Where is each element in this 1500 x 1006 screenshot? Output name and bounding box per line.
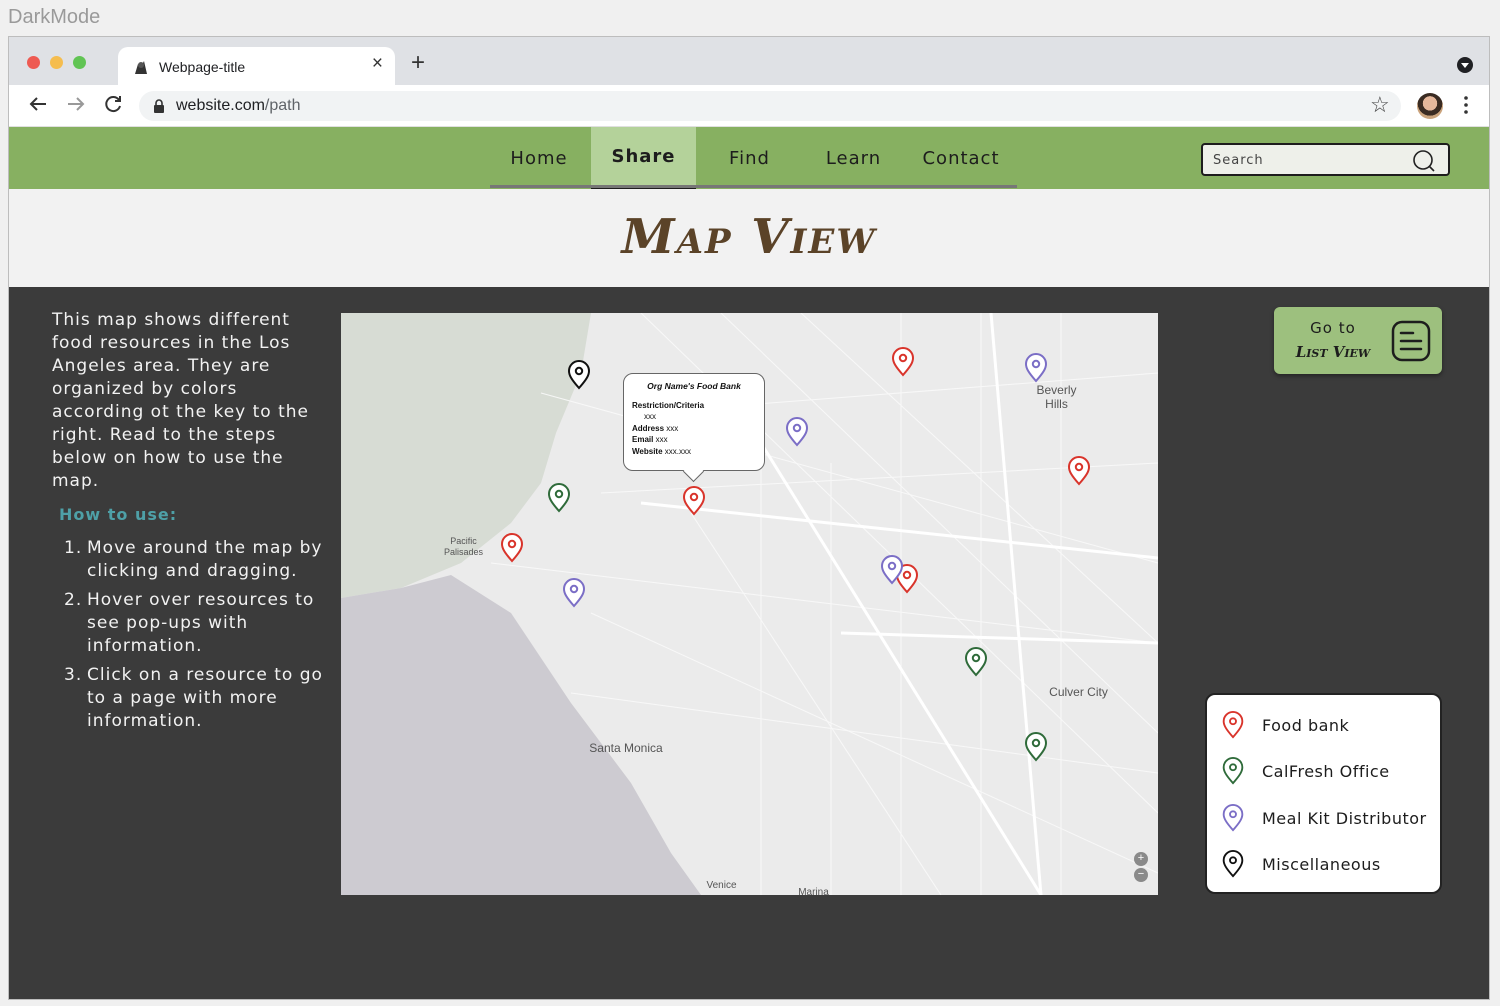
forward-icon[interactable] [64,92,88,116]
close-window-button[interactable] [27,56,40,69]
main-content: This map shows different food resources … [9,287,1489,999]
step-text: Move around the map by clicking and drag… [87,538,323,581]
legend-item-misc: Miscellaneous [1221,849,1381,879]
close-tab-icon[interactable]: × [372,53,383,75]
search-icon[interactable] [1412,149,1436,173]
map-pin-calfresh[interactable] [547,483,571,513]
step-number: 2. [64,590,83,610]
popup-title: Org Name's Food Bank [647,381,741,391]
browser-tab[interactable]: Webpage-title × [118,47,395,85]
map-pin-meal-kit[interactable] [1024,353,1048,383]
map-pin-calfresh[interactable] [1024,732,1048,762]
minimize-window-button[interactable] [50,56,63,69]
nav-find[interactable]: Find [697,127,802,189]
map-pin-meal-kit[interactable] [562,578,586,608]
map-pin-food-bank[interactable] [682,486,706,516]
nav-home[interactable]: Home [490,127,588,189]
list-item: 1. Move around the map by clicking and dr… [64,537,324,583]
nav-contact[interactable]: Contact [906,127,1016,189]
step-text: Click on a resource to go to a page with… [87,665,323,731]
list-item: 2. Hover over resources to see pop-ups wi… [64,589,324,658]
step-number: 3. [64,665,83,685]
map-legend: Food bank CalFresh Office Meal Kit Distr… [1205,693,1442,894]
intro-text: This map shows different food resources … [52,310,309,491]
map-pin-food-bank[interactable] [891,347,915,377]
meal-kit-pin-icon [1222,804,1244,832]
howto-heading: How to use: [59,505,178,524]
map-pin-calfresh[interactable] [964,647,988,677]
nav-learn[interactable]: Learn [801,127,906,189]
map-pin-food-bank[interactable] [1067,456,1091,486]
step-number: 1. [64,538,83,558]
popup-website-value: xxx.xxx [664,446,691,456]
browser-window: Webpage-title × + website.com/path ☆ Hom… [8,36,1490,1000]
legend-label: Food bank [1262,715,1350,735]
site-search[interactable] [1201,143,1450,176]
step-text: Hover over resources to see pop-ups with… [87,590,315,656]
tab-strip: Webpage-title × + [9,37,1489,85]
new-tab-button[interactable]: + [411,49,425,77]
url-host: website.com [176,97,265,114]
list-icon [1391,320,1431,362]
popup-email-value: xxx [655,435,668,444]
frame-label: DarkMode [8,6,101,28]
legend-item-food-bank: Food bank [1221,710,1349,740]
map-label-santa-monica: Santa Monica [589,741,663,755]
map-pin-meal-kit[interactable] [785,417,809,447]
list-item: 3. Click on a resource to go to a page wi… [64,664,324,733]
zoom-out-button[interactable]: − [1134,868,1148,882]
map-label-marina: Marina [798,887,829,895]
legend-label: Miscellaneous [1262,854,1381,874]
url-path: /path [264,97,301,114]
more-options-icon[interactable] [1464,95,1468,115]
resource-popup: Org Name's Food Bank Restriction/Criteri… [623,373,765,471]
popup-email-label: Email [632,435,654,444]
steps-list: 1. Move around the map by clicking and dr… [64,537,324,739]
popup-website-label: Website [632,446,663,456]
calfresh-pin-icon [1222,757,1244,785]
reload-icon[interactable] [101,92,125,116]
nav-underline [490,185,1017,188]
page-title: Map View [621,209,877,265]
legend-item-calfresh: CalFresh Office [1221,756,1390,786]
lock-icon [154,99,164,113]
list-view-line2: List View [1295,343,1371,361]
title-banner: Map View [9,189,1489,287]
list-view-line1: Go to [1310,319,1356,337]
popup-restriction-value: xxx [644,412,656,421]
map-pin-misc[interactable] [567,360,591,390]
map-label-pacific-palisades: Pacific Palisades [443,536,484,557]
popup-address-value: xxx [666,423,679,433]
map-pin-food-bank[interactable] [500,533,524,563]
profile-avatar[interactable] [1417,93,1443,119]
legend-label: Meal Kit Distributor [1262,808,1427,828]
list-view-button[interactable]: Go to List View [1274,307,1442,374]
map-pin-meal-kit[interactable] [880,555,904,585]
misc-pin-icon [1222,850,1244,878]
resource-map[interactable]: Pacific Palisades Beverly Hills Culver C… [341,313,1158,895]
food-bank-pin-icon [1222,711,1244,739]
tab-search-button[interactable] [1457,57,1473,73]
address-bar: website.com/path [9,85,1489,127]
favicon-icon [135,61,147,74]
popup-restriction-label: Restriction/Criteria [632,400,705,410]
map-label-venice: Venice [706,880,737,891]
maximize-window-button[interactable] [73,56,86,69]
search-input[interactable] [1213,150,1403,170]
url-field[interactable]: website.com/path [139,91,1401,121]
map-label-beverly-hills: Beverly Hills [1036,383,1077,411]
zoom-in-button[interactable]: + [1134,852,1148,866]
nav-share[interactable]: Share [591,127,696,189]
map-label-culver-city: Culver City [1049,685,1108,699]
back-icon[interactable] [26,92,50,116]
url-text: website.com/path [176,97,301,115]
legend-item-meal-kit: Meal Kit Distributor [1221,803,1427,833]
popup-address-label: Address [632,423,665,433]
legend-label: CalFresh Office [1262,761,1390,781]
tab-title: Webpage-title [159,59,246,75]
bookmark-star-icon[interactable]: ☆ [1370,92,1390,118]
